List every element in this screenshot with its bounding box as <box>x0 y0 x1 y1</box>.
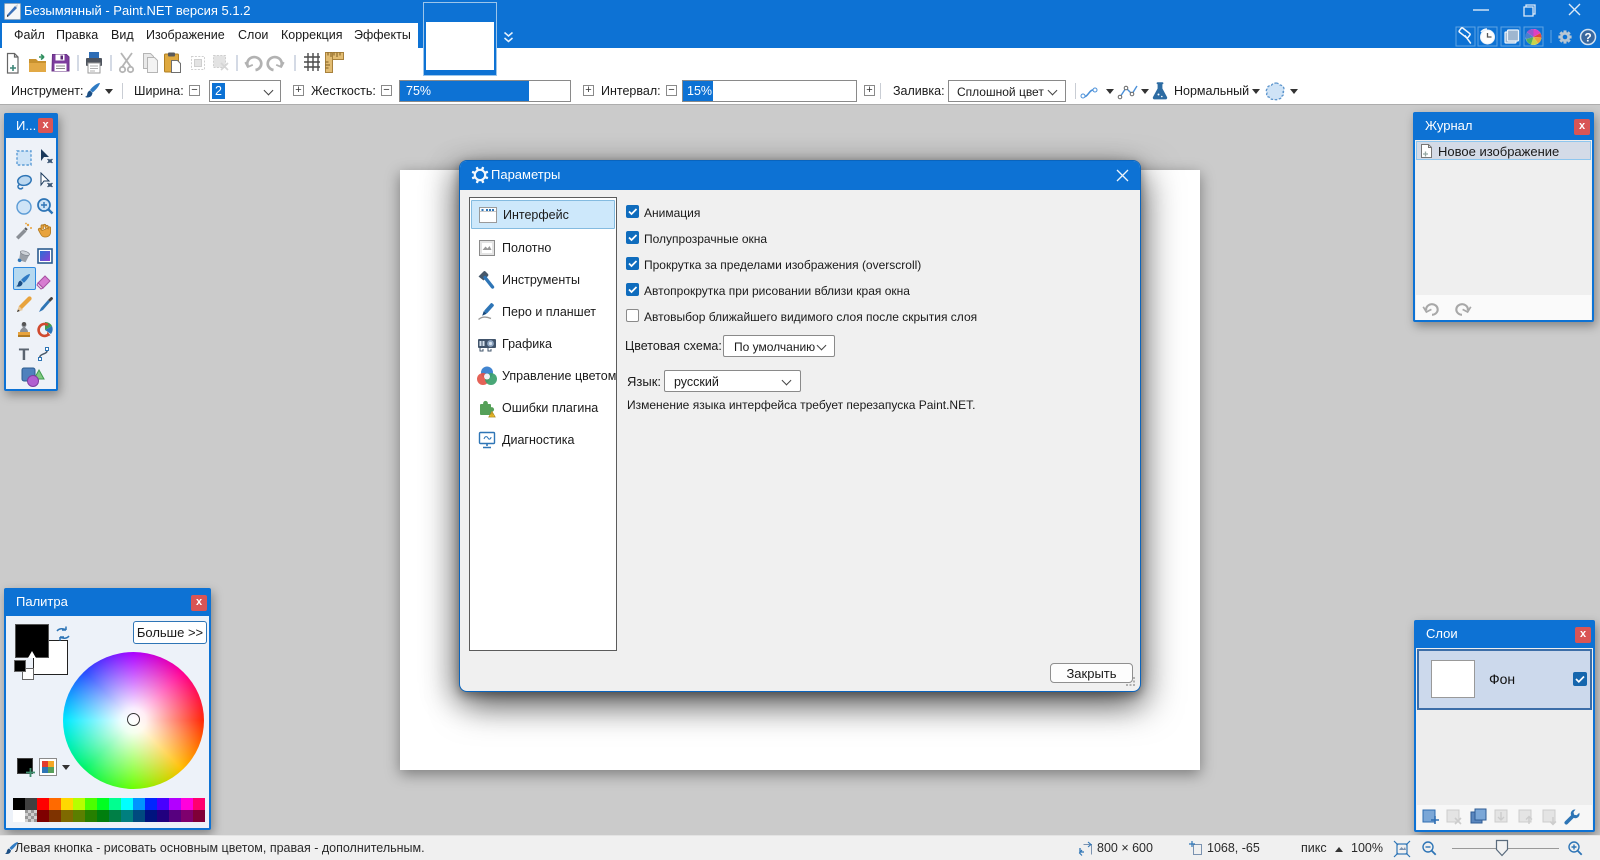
svg-text:T: T <box>19 345 30 364</box>
svg-text:?: ? <box>1584 31 1591 45</box>
svg-text:!: ! <box>491 412 492 417</box>
